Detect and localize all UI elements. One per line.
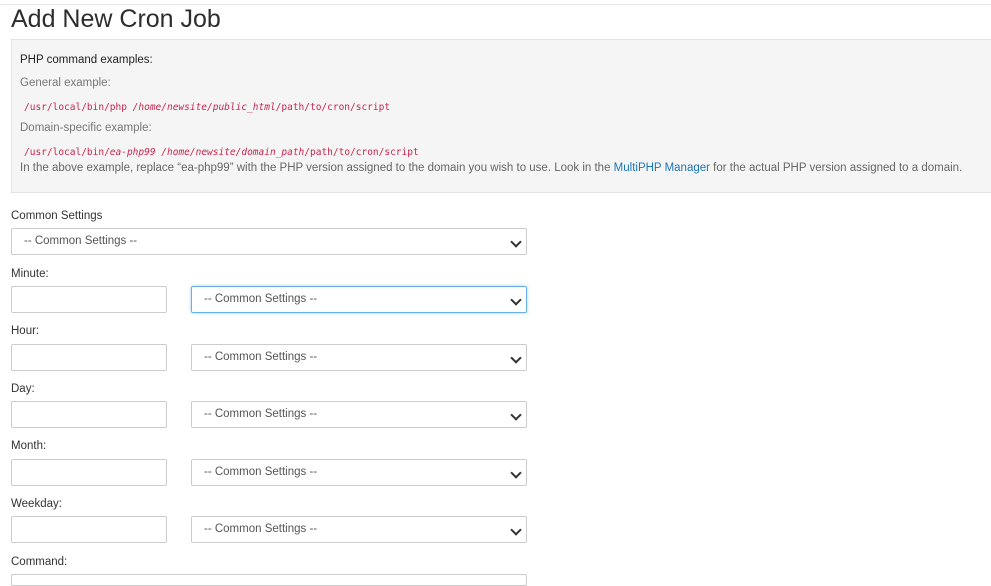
code-segment-italic: ea-php99: [109, 147, 156, 158]
command-label: Command:: [11, 556, 68, 568]
select-value: -- Common Settings --: [204, 351, 318, 363]
weekday-select[interactable]: -- Common Settings --: [191, 516, 527, 543]
minute-select[interactable]: -- Common Settings --: [191, 286, 527, 313]
weekday-input[interactable]: [11, 516, 167, 543]
domain-example-code: /usr/local/bin/ea-php99 /home/newsite/do…: [24, 147, 419, 158]
select-value: -- Common Settings --: [204, 466, 318, 478]
select-value: -- Common Settings --: [204, 293, 318, 305]
page-title: Add New Cron Job: [11, 5, 221, 33]
code-segment: /usr/local/bin/php: [24, 102, 133, 113]
note-text: for the actual PHP version assigned to a…: [709, 162, 963, 174]
examples-note: In the above example, replace “ea-php99”…: [20, 162, 962, 174]
chevron-down-icon: [510, 409, 522, 421]
select-value: -- Common Settings --: [204, 408, 318, 420]
select-value: -- Common Settings --: [24, 235, 138, 247]
chevron-down-icon: [510, 352, 522, 364]
common-settings-select[interactable]: -- Common Settings --: [11, 228, 527, 255]
chevron-down-icon: [510, 467, 522, 479]
day-select[interactable]: -- Common Settings --: [191, 401, 527, 428]
day-label: Day:: [11, 383, 35, 395]
minute-label: Minute:: [11, 268, 49, 280]
note-text: In the above example, replace “ea-php99”…: [20, 162, 614, 174]
examples-heading: PHP command examples:: [20, 54, 153, 66]
code-segment: /usr/local/bin/: [24, 147, 110, 158]
chevron-down-icon: [510, 524, 522, 536]
code-segment-italic: /home/newsite/public_html: [132, 102, 276, 113]
code-segment: /path/to/cron/script: [275, 102, 391, 113]
weekday-label: Weekday:: [11, 498, 62, 510]
select-value: -- Common Settings --: [204, 523, 318, 535]
code-segment: /path/to/cron/script: [304, 147, 419, 158]
hour-label: Hour:: [11, 325, 40, 337]
general-example-code: /usr/local/bin/php /home/newsite/public_…: [24, 102, 390, 113]
general-example-label: General example:: [20, 77, 111, 89]
command-input[interactable]: [11, 574, 527, 586]
month-input[interactable]: [11, 459, 167, 486]
chevron-down-icon: [510, 236, 522, 248]
php-examples-panel: PHP command examples: General example: /…: [11, 39, 991, 193]
multiphp-manager-link[interactable]: MultiPHP Manager: [614, 162, 710, 174]
hour-select[interactable]: -- Common Settings --: [191, 344, 527, 371]
hour-input[interactable]: [11, 344, 167, 371]
domain-example-label: Domain-specific example:: [20, 122, 152, 134]
code-segment-italic: /home/newsite/domain_path: [155, 147, 305, 158]
minute-input[interactable]: [11, 286, 167, 313]
common-settings-label: Common Settings: [11, 210, 103, 222]
day-input[interactable]: [11, 401, 167, 428]
chevron-down-icon: [510, 294, 522, 306]
month-label: Month:: [11, 440, 47, 452]
month-select[interactable]: -- Common Settings --: [191, 459, 527, 486]
